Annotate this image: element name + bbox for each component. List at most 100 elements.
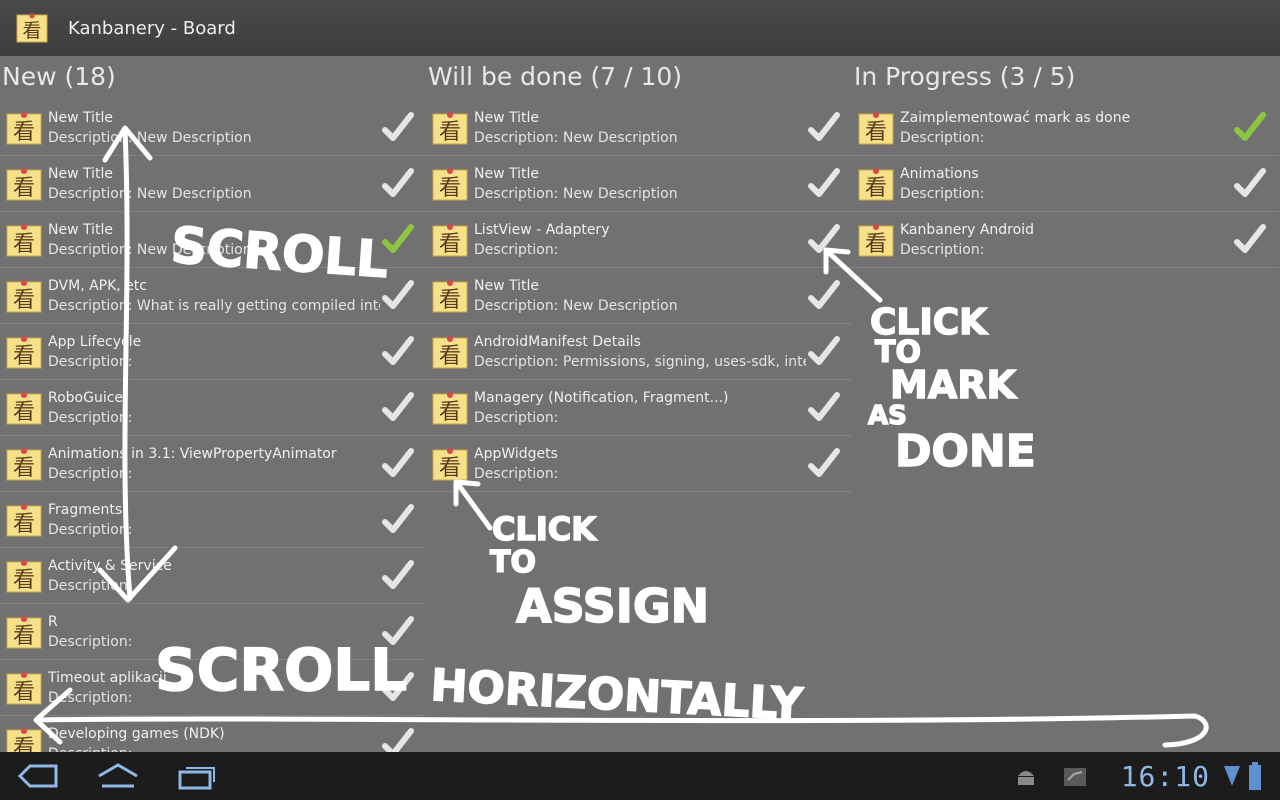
card-title: Fragments [48,501,123,518]
kanban-note-icon[interactable]: 看 [6,614,42,650]
card-row[interactable]: 看 Activity & Service Description: [0,548,426,604]
kanban-note-icon[interactable]: 看 [432,222,468,258]
checkmark-icon[interactable] [380,558,416,594]
card-list[interactable]: 看 New Title Description: New Description 看 N… [0,100,426,752]
card-list[interactable]: 看 New Title Description: New Description 看 N… [426,100,852,492]
card-row[interactable]: 看 New Title Description: New Description [0,156,426,212]
card-title: New Title [48,109,113,126]
card-row[interactable]: 看 Fragments Description: [0,492,426,548]
checkmark-icon[interactable] [806,166,842,202]
checkmark-icon[interactable] [806,334,842,370]
card-row[interactable]: 看 App Lifecycle Description: [0,324,426,380]
card-title: DVM, APK, etc [48,277,147,294]
recent-apps-icon[interactable] [176,762,220,790]
column-will-be-done[interactable]: Will be done (7 / 10) 看 New Title Descript… [426,56,852,752]
card-row[interactable]: 看 New Title Description: New Description [426,268,852,324]
card-description: Description: [48,689,133,706]
card-row[interactable]: 看 Kanbanery Android Description: [852,212,1278,268]
kanban-board[interactable]: New (18) 看 New Title Description: New Desc… [0,56,1280,752]
checkmark-icon[interactable] [380,670,416,706]
card-title: Activity & Service [48,557,172,574]
checkmark-icon[interactable] [806,110,842,146]
svg-text:看: 看 [13,512,35,537]
kanban-note-icon[interactable]: 看 [858,222,894,258]
card-row[interactable]: 看 New Title Description: New Description [0,100,426,156]
card-row[interactable]: 看 New Title Description: New Description [0,212,426,268]
kanban-note-icon[interactable]: 看 [858,110,894,146]
card-row[interactable]: 看 Animations Description: [852,156,1278,212]
kanban-note-icon[interactable]: 看 [6,278,42,314]
kanban-note-icon[interactable]: 看 [6,166,42,202]
card-row[interactable]: 看 R Description: [0,604,426,660]
kanban-note-icon[interactable]: 看 [6,502,42,538]
card-title: R [48,613,58,630]
checkmark-icon[interactable] [380,334,416,370]
card-title: Animations [900,165,979,182]
kanban-note-icon[interactable]: 看 [6,446,42,482]
checkmark-icon[interactable] [1232,222,1268,258]
checkmark-icon[interactable] [380,166,416,202]
svg-text:看: 看 [439,456,461,481]
card-row[interactable]: 看 ListView - Adaptery Description: [426,212,852,268]
kanban-note-icon[interactable]: 看 [432,446,468,482]
card-row[interactable]: 看 RoboGuice Description: [0,380,426,436]
system-navigation-bar: 16:10 [0,752,1280,800]
checkmark-icon[interactable] [1232,166,1268,202]
checkmark-icon[interactable] [380,502,416,538]
kanban-note-icon[interactable]: 看 [6,726,42,753]
action-bar: 看 Kanbanery - Board [0,0,1280,56]
card-row[interactable]: 看 AndroidManifest Details Description: Per… [426,324,852,380]
svg-text:看: 看 [13,736,35,753]
svg-text:看: 看 [13,344,35,369]
clock[interactable]: 16:10 [1121,760,1210,793]
kanban-note-icon[interactable]: 看 [432,110,468,146]
svg-text:看: 看 [439,232,461,257]
card-description: Description: New Description [474,297,678,314]
kanban-note-icon[interactable]: 看 [432,334,468,370]
card-row[interactable]: 看 Zaimplementować mark as done Description… [852,100,1278,156]
svg-text:看: 看 [439,120,461,145]
card-list[interactable]: 看 Zaimplementować mark as done Description… [852,100,1278,268]
checkmark-icon[interactable] [806,278,842,314]
checkmark-done-icon[interactable] [380,222,416,258]
kanban-note-icon[interactable]: 看 [432,390,468,426]
card-title: AppWidgets [474,445,558,462]
card-row[interactable]: 看 Animations in 3.1: ViewPropertyAnimator… [0,436,426,492]
card-description: Description: [48,465,133,482]
column-in-progress[interactable]: In Progress (3 / 5) 看 Zaimplementować mar… [852,56,1278,752]
card-text: AndroidManifest Details Description: Perm… [474,332,806,372]
kanban-note-icon[interactable]: 看 [6,222,42,258]
back-icon[interactable] [16,762,60,790]
kanban-note-icon[interactable]: 看 [6,558,42,594]
column-new[interactable]: New (18) 看 New Title Description: New Desc… [0,56,426,752]
kanbanery-note-icon[interactable]: 看 [16,12,48,44]
card-row[interactable]: 看 New Title Description: New Description [426,100,852,156]
kanban-note-icon[interactable]: 看 [432,166,468,202]
card-row[interactable]: 看 DVM, APK, etc Description: What is reall… [0,268,426,324]
checkmark-icon[interactable] [806,222,842,258]
kanban-note-icon[interactable]: 看 [6,390,42,426]
kanban-note-icon[interactable]: 看 [858,166,894,202]
notification-icon[interactable] [1062,766,1088,788]
checkmark-done-icon[interactable] [1232,110,1268,146]
card-text: DVM, APK, etc Description: What is really… [48,276,380,316]
kanban-note-icon[interactable]: 看 [6,334,42,370]
checkmark-icon[interactable] [380,278,416,314]
checkmark-icon[interactable] [380,110,416,146]
svg-text:看: 看 [439,400,461,425]
card-row[interactable]: 看 Developing games (NDK) Description: [0,716,426,752]
checkmark-icon[interactable] [806,446,842,482]
card-row[interactable]: 看 New Title Description: New Description [426,156,852,212]
kanban-note-icon[interactable]: 看 [6,110,42,146]
checkmark-icon[interactable] [380,390,416,426]
card-row[interactable]: 看 Timeout aplikacji Description: [0,660,426,716]
checkmark-icon[interactable] [380,726,416,753]
home-icon[interactable] [96,762,140,790]
card-row[interactable]: 看 Managery (Notification, Fragment...) Des… [426,380,852,436]
kanban-note-icon[interactable]: 看 [6,670,42,706]
checkmark-icon[interactable] [380,446,416,482]
checkmark-icon[interactable] [806,390,842,426]
kanban-note-icon[interactable]: 看 [432,278,468,314]
card-row[interactable]: 看 AppWidgets Description: [426,436,852,492]
checkmark-icon[interactable] [380,614,416,650]
